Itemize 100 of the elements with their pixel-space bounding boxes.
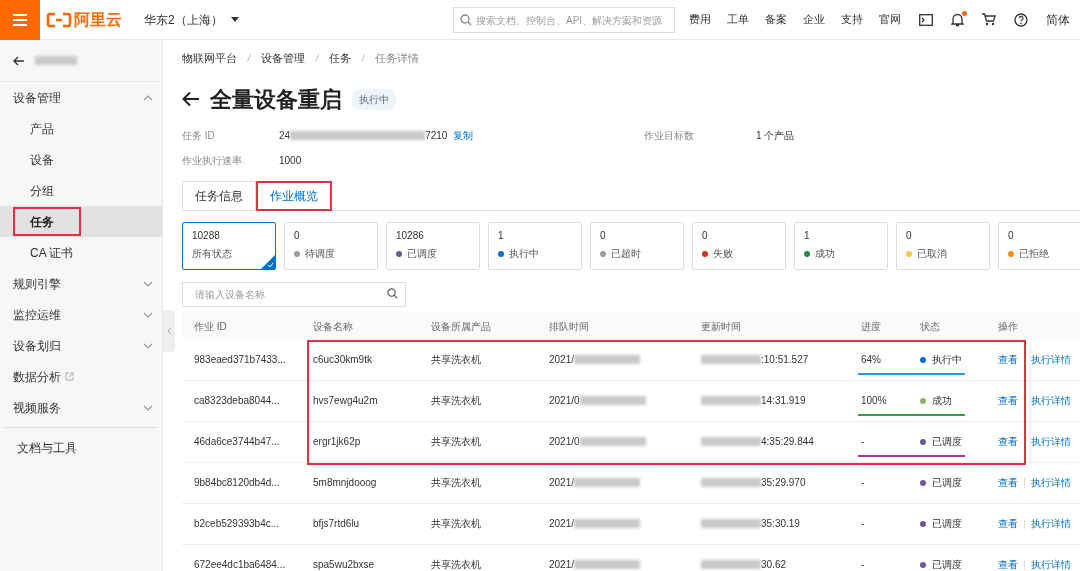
column-header: 操作	[998, 320, 1018, 332]
action-link[interactable]: 查看	[998, 352, 1018, 367]
help-icon[interactable]	[1014, 12, 1028, 27]
status-card[interactable]: 10288 所有状态	[182, 221, 276, 270]
status-card[interactable]: 0 已拒绝	[998, 221, 1080, 270]
table-cell: 共享洗衣机	[431, 354, 481, 365]
back-arrow-icon[interactable]	[13, 55, 25, 66]
table-cell: -	[861, 477, 865, 488]
column-header: 状态	[920, 320, 940, 332]
bell-icon[interactable]	[951, 12, 964, 27]
device-search-field[interactable]: 请输入设备名称	[182, 281, 406, 307]
language-link[interactable]: 简体	[1046, 10, 1070, 29]
status-card[interactable]: 1 执行中	[488, 221, 582, 270]
action-link[interactable]: 执行详情	[1031, 557, 1071, 571]
terminal-icon[interactable]	[919, 13, 933, 26]
sidebar-subitem[interactable]: 设备	[13, 145, 81, 174]
blurred-text	[35, 56, 77, 65]
table-cell: 64%	[861, 354, 881, 365]
status-card[interactable]: 0 失败	[692, 221, 786, 270]
logo-icon	[46, 11, 72, 28]
status-count: 1	[804, 228, 811, 243]
sidebar-subitem[interactable]: CA 证书	[13, 238, 81, 267]
column-header: 进度	[861, 320, 881, 332]
collapse-handle[interactable]	[163, 310, 175, 352]
action-link[interactable]: 执行详情	[1031, 352, 1071, 367]
action-link[interactable]: 执行详情	[1031, 434, 1071, 449]
copy-link[interactable]: 复制	[453, 127, 474, 143]
status-card[interactable]: 0 待调度	[284, 221, 378, 270]
separator-icon	[315, 54, 319, 63]
sidebar-subitem[interactable]: 任务	[13, 207, 81, 236]
table-cell: 672ee4dc1ba6484...	[194, 559, 286, 570]
sidebar-item[interactable]: 视频服务	[0, 392, 162, 423]
sidebar-item[interactable]: 规则引擎	[0, 268, 162, 299]
menu-button[interactable]	[0, 0, 40, 40]
region-selector[interactable]: 华东2（上海）	[144, 10, 239, 29]
blurred-text	[574, 478, 641, 487]
table-cell: 共享洗衣机	[431, 436, 481, 447]
table-cell-text: 已调度	[932, 435, 962, 449]
blurred-text	[574, 355, 641, 364]
table-cell-text: 35:29.970	[761, 476, 806, 490]
table-cell-text: 2021/	[549, 517, 575, 531]
action-link[interactable]: 执行详情	[1031, 516, 1071, 531]
table-cell-text: 14:31.919	[761, 394, 806, 408]
action-link[interactable]: 查看	[998, 393, 1018, 408]
status-count: 0	[1008, 228, 1015, 243]
nav-link[interactable]: 企业	[795, 11, 833, 28]
field-value: 1 个产品	[756, 128, 796, 143]
action-link[interactable]: 查看	[998, 557, 1018, 571]
breadcrumb-link[interactable]: 任务	[329, 50, 351, 67]
sidebar-item[interactable]: 设备管理	[0, 82, 162, 113]
sidebar-item[interactable]: 文档与工具	[4, 432, 158, 463]
nav-link[interactable]: 官网	[871, 11, 909, 28]
nav-link[interactable]: 支持	[833, 11, 871, 28]
sidebar-item[interactable]: 数据分析	[0, 361, 162, 392]
table-cell-text: 2021/0	[549, 435, 580, 449]
status-card[interactable]: 10286 已调度	[386, 221, 480, 270]
sidebar-item[interactable]: 监控运维	[0, 299, 162, 330]
status-count: 10286	[396, 228, 425, 243]
blurred-text	[579, 437, 646, 446]
nav-link[interactable]: 备案	[757, 11, 795, 28]
breadcrumb-link[interactable]: 任务详情	[375, 50, 419, 67]
table-cell: c6uc30km9tk	[313, 354, 372, 365]
column-header: 作业 ID	[194, 320, 227, 332]
breadcrumb-link[interactable]: 设备管理	[261, 50, 305, 67]
tab[interactable]: 作业概览	[256, 180, 332, 211]
table-cell: ergr1jk62p	[313, 436, 361, 447]
blurred-text	[574, 519, 641, 528]
check-corner-icon	[261, 254, 275, 269]
nav-link[interactable]: 工单	[719, 11, 757, 28]
action-link[interactable]: 执行详情	[1031, 475, 1071, 490]
sidebar-subitem[interactable]: 分组	[13, 176, 81, 205]
status-card[interactable]: 0 已超时	[590, 221, 684, 270]
blurred-text	[701, 355, 761, 364]
table-cell-text: 执行中	[932, 353, 962, 367]
action-link[interactable]: 查看	[998, 434, 1018, 449]
search-icon	[387, 287, 398, 299]
back-arrow-icon[interactable]	[182, 91, 200, 107]
blurred-text	[701, 560, 761, 569]
action-link[interactable]: 查看	[998, 516, 1018, 531]
column-header: 设备名称	[313, 320, 353, 332]
sidebar-subitem[interactable]: 产品	[13, 114, 81, 143]
breadcrumb-link[interactable]: 物联网平台	[182, 50, 237, 67]
action-link[interactable]: 执行详情	[1031, 393, 1071, 408]
nav-link[interactable]: 费用	[681, 11, 719, 28]
action-link[interactable]: 查看	[998, 475, 1018, 490]
sidebar-item[interactable]: 设备划归	[0, 330, 162, 361]
table-cell-text: 成功	[932, 394, 952, 408]
table-cell: -	[861, 436, 865, 447]
table-cell-text: :10:51.527	[761, 353, 809, 367]
column-header: 设备所属产品	[431, 320, 491, 332]
table-cell-text: 2021/	[549, 476, 575, 490]
status-card[interactable]: 0 已取消	[896, 221, 990, 270]
status-count: 1	[498, 228, 505, 243]
status-card[interactable]: 1 成功	[794, 221, 888, 270]
status-count: 0	[294, 228, 301, 243]
table-cell-text: 2021/0	[549, 394, 580, 408]
search-field[interactable]: 搜索文档、控制台、API、解决方案和资源	[453, 7, 675, 33]
table-cell-text: 2021/	[549, 558, 575, 571]
cart-icon[interactable]	[982, 13, 996, 26]
status-count: 0	[906, 228, 913, 243]
